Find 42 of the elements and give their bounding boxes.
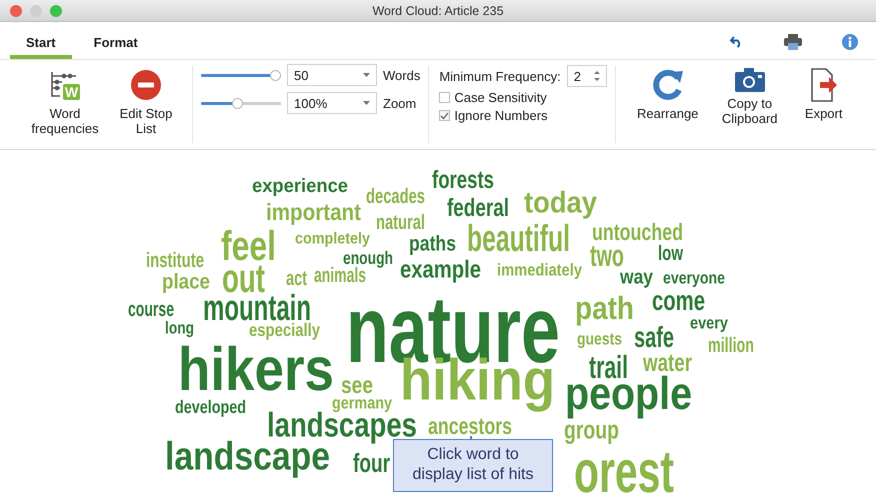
word-frequencies-button[interactable]: W Word frequencies [22, 60, 108, 136]
checkbox[interactable] [439, 110, 450, 121]
cloud-word[interactable]: developed [175, 397, 246, 418]
checkbox[interactable] [439, 92, 450, 103]
slider-thumb[interactable] [270, 70, 281, 80]
caret-icon [363, 73, 370, 77]
close-button[interactable] [10, 5, 22, 17]
callout-tooltip: Click word to display list of hits [393, 439, 553, 492]
field-label: Zoom [383, 96, 416, 110]
cloud-word[interactable]: example [400, 256, 481, 284]
cloud-word[interactable]: four [353, 448, 390, 478]
cloud-word[interactable]: forests [432, 166, 494, 194]
checkbox-label: Ignore Numbers [454, 108, 548, 123]
cloud-word[interactable]: course [128, 298, 174, 321]
edit-stop-list-button[interactable]: Edit Stop List [108, 60, 184, 136]
cloud-word[interactable]: experience [252, 176, 348, 197]
field-label: Words [383, 68, 420, 82]
cloud-word[interactable]: long [165, 318, 194, 338]
checkbox-label: Case Sensitivity [454, 90, 547, 105]
caret-icon [363, 101, 370, 105]
stop-sign-icon [131, 70, 161, 100]
rearrange-button[interactable]: Rearrange [624, 60, 712, 121]
ribbon-tab[interactable]: Start [10, 31, 72, 59]
export-document-icon [810, 68, 838, 102]
slider-thumb[interactable] [232, 98, 244, 108]
copy-button[interactable]: Copy to Clipboard [712, 60, 788, 126]
ribbon-tab[interactable]: Format [78, 31, 154, 59]
printer-icon[interactable] [784, 34, 802, 50]
stepper-arrows-icon[interactable] [594, 70, 600, 82]
field-label: Minimum Frequency: [439, 68, 561, 84]
dropdown-field[interactable]: 50 [287, 64, 377, 86]
camera-icon [734, 68, 765, 92]
number-spinner[interactable]: 2 [566, 65, 607, 87]
info-icon[interactable] [842, 34, 858, 50]
cloud-word[interactable]: everyone [663, 268, 725, 288]
cloud-word[interactable]: paths [409, 231, 456, 256]
cloud-word[interactable]: every [690, 313, 728, 332]
dropdown-field[interactable]: 100% [287, 92, 377, 114]
export-button[interactable]: Export [788, 60, 860, 121]
circular-arrow-icon [650, 68, 685, 102]
window-title: Word Cloud: Article 235 [372, 4, 504, 18]
zoom-button[interactable] [50, 5, 62, 17]
